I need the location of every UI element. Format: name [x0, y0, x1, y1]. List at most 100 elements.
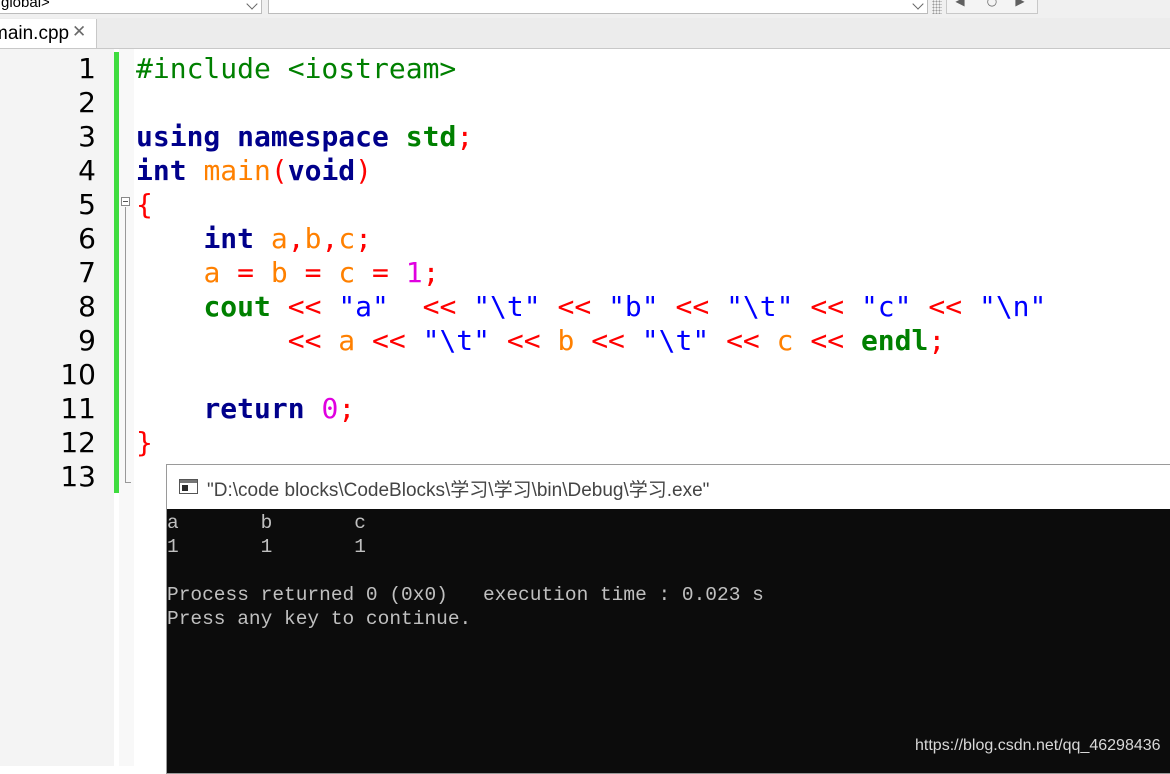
code-token: << — [287, 290, 322, 323]
code-token: return — [203, 392, 305, 425]
line-number: 5 — [78, 188, 96, 221]
code-token: b — [304, 222, 322, 255]
console-output-line: Process returned 0 (0x0) execution time … — [167, 584, 764, 606]
code-token: = — [237, 256, 255, 289]
bookmark-prev-icon[interactable]: ◀ — [951, 0, 969, 8]
line-number: 6 — [78, 222, 96, 255]
code-token: using — [136, 120, 221, 153]
code-token: namespace — [237, 120, 389, 153]
close-icon[interactable]: ✕ — [72, 22, 86, 42]
code-token: << — [675, 290, 710, 323]
code-line[interactable]: } — [136, 426, 153, 460]
code-token: << — [810, 324, 845, 357]
code-token: #include <iostream> — [136, 52, 457, 85]
code-token: << — [726, 324, 760, 357]
code-token: int — [136, 154, 187, 187]
line-number: 8 — [78, 290, 96, 323]
console-titlebar[interactable]: "D:\code blocks\CodeBlocks\学习\学习\bin\Deb… — [167, 465, 1170, 509]
code-line[interactable]: #include <iostream> — [136, 52, 456, 86]
editor-tab-bar: main.cpp ✕ — [0, 18, 1170, 49]
console-app-icon — [179, 479, 198, 494]
code-token: ; — [928, 324, 946, 357]
code-line[interactable]: << a << "\t" << b << "\t" << c << endl; — [136, 324, 946, 358]
code-token: endl — [860, 324, 929, 357]
code-token: cout — [203, 290, 271, 323]
code-token: "\t" — [473, 290, 541, 323]
fold-guide-end — [125, 482, 131, 483]
code-token: ) — [355, 154, 373, 187]
code-token: , — [287, 222, 305, 255]
code-token: "\t" — [726, 290, 794, 323]
line-number: 10 — [60, 358, 96, 391]
code-token: << — [287, 324, 322, 357]
stop-icon[interactable]: ○ — [983, 0, 1001, 8]
code-token: "c" — [860, 290, 912, 323]
line-number: 1 — [78, 52, 96, 85]
tab-label: main.cpp — [0, 23, 70, 44]
line-number-gutter: 1 2 3 4 5 6 7 8 9 10 11 12 13 — [0, 49, 114, 766]
code-token: "a" — [338, 290, 389, 323]
code-token: << — [591, 324, 625, 357]
tab-main-cpp[interactable]: main.cpp ✕ — [0, 19, 97, 48]
line-number: 11 — [60, 392, 96, 425]
code-token: b — [270, 256, 288, 289]
code-line[interactable]: int a,b,c; — [136, 222, 372, 256]
scope-dropdown[interactable]: global> — [0, 0, 262, 14]
code-token: { — [136, 188, 153, 221]
line-number: 4 — [78, 154, 96, 187]
chevron-down-icon — [912, 0, 924, 10]
bookmark-next-icon[interactable]: ▶ — [1011, 0, 1029, 8]
code-token: ; — [355, 222, 373, 255]
code-token: c — [776, 324, 794, 357]
code-token: c — [338, 256, 356, 289]
watermark: https://blog.csdn.net/qq_46298436 — [915, 737, 1161, 754]
code-token: ; — [338, 392, 356, 425]
code-token: c — [338, 222, 356, 255]
console-output-line: 1 1 1 — [167, 536, 366, 558]
code-line[interactable]: { — [136, 188, 153, 222]
code-token: = — [372, 256, 389, 289]
scope-dropdown-value: global> — [1, 0, 50, 11]
line-number: 13 — [60, 460, 96, 493]
code-token: << — [372, 324, 406, 357]
code-token: main — [203, 154, 271, 187]
code-token: "b" — [608, 290, 659, 323]
code-line[interactable]: cout << "a" << "\t" << "b" << "\t" << "c… — [136, 290, 1046, 324]
code-token: ; — [422, 256, 440, 289]
code-token: void — [287, 154, 356, 187]
console-output-line: Press any key to continue. — [167, 608, 472, 630]
fold-toggle-icon[interactable] — [121, 197, 130, 206]
code-token: ( — [270, 154, 288, 187]
code-line[interactable]: a = b = c = 1; — [136, 256, 439, 290]
code-line[interactable]: int main(void) — [136, 154, 372, 188]
toolbar-grip-handle[interactable] — [932, 0, 942, 14]
code-token: "\t" — [641, 324, 710, 357]
code-line[interactable]: return 0; — [136, 392, 355, 426]
console-window[interactable]: "D:\code blocks\CodeBlocks\学习\学习\bin\Deb… — [166, 464, 1170, 774]
code-token: << — [506, 324, 541, 357]
code-token: 0 — [321, 392, 339, 425]
line-number: 9 — [78, 324, 96, 357]
symbol-dropdown[interactable] — [268, 0, 928, 14]
code-line[interactable]: using namespace std; — [136, 120, 473, 154]
code-token: << — [422, 290, 457, 323]
code-token: "\n" — [978, 290, 1047, 323]
